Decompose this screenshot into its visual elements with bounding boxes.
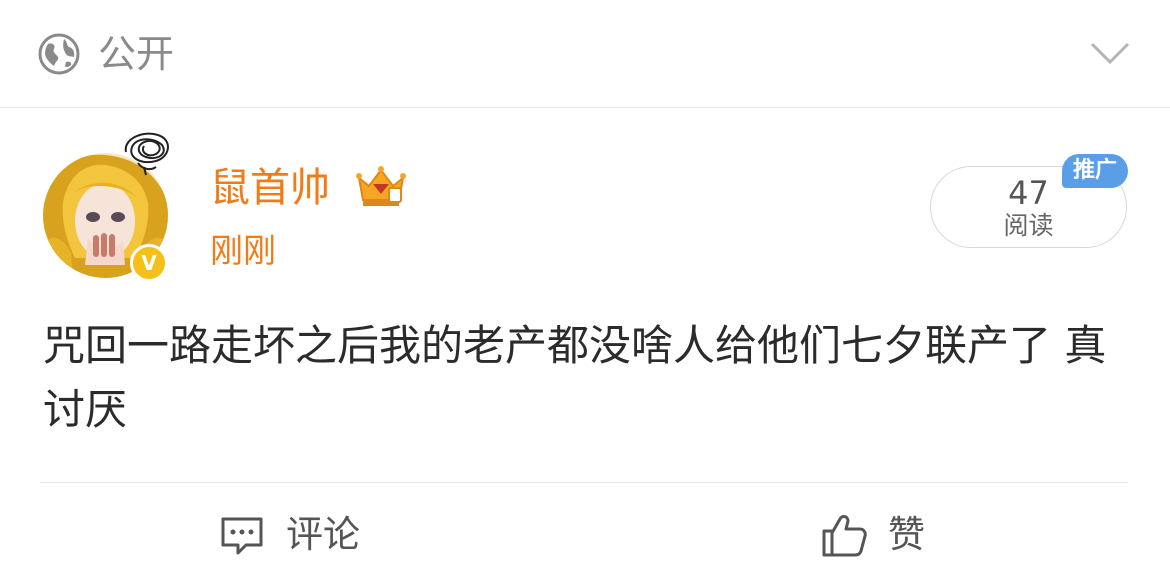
divider bbox=[40, 482, 1128, 483]
visibility-label: 公开 bbox=[98, 32, 175, 76]
visibility-bar[interactable]: 公开 bbox=[0, 0, 1170, 108]
comment-label: 评论 bbox=[286, 513, 360, 556]
thumbs-up-icon bbox=[822, 515, 867, 557]
read-label: 阅读 bbox=[1003, 211, 1054, 240]
like-button[interactable]: 赞 bbox=[820, 505, 925, 565]
post-time: 刚刚 bbox=[210, 231, 276, 270]
verified-badge: V bbox=[130, 244, 168, 282]
chevron-down-icon[interactable] bbox=[1090, 40, 1130, 66]
comment-icon bbox=[221, 517, 263, 555]
scribble-decoration-icon bbox=[124, 132, 169, 176]
comment-button[interactable]: 评论 bbox=[218, 505, 360, 565]
like-label: 赞 bbox=[888, 513, 925, 556]
promo-tag[interactable]: 推广 bbox=[1062, 154, 1128, 188]
globe-icon bbox=[38, 33, 80, 75]
crown-vip-icon[interactable] bbox=[355, 164, 407, 210]
author-name[interactable]: 鼠首帅 bbox=[210, 162, 330, 214]
post-text[interactable]: 咒回一路走坏之后我的老产都没啥人给他们七夕联产了 真讨厌 bbox=[43, 314, 1123, 442]
